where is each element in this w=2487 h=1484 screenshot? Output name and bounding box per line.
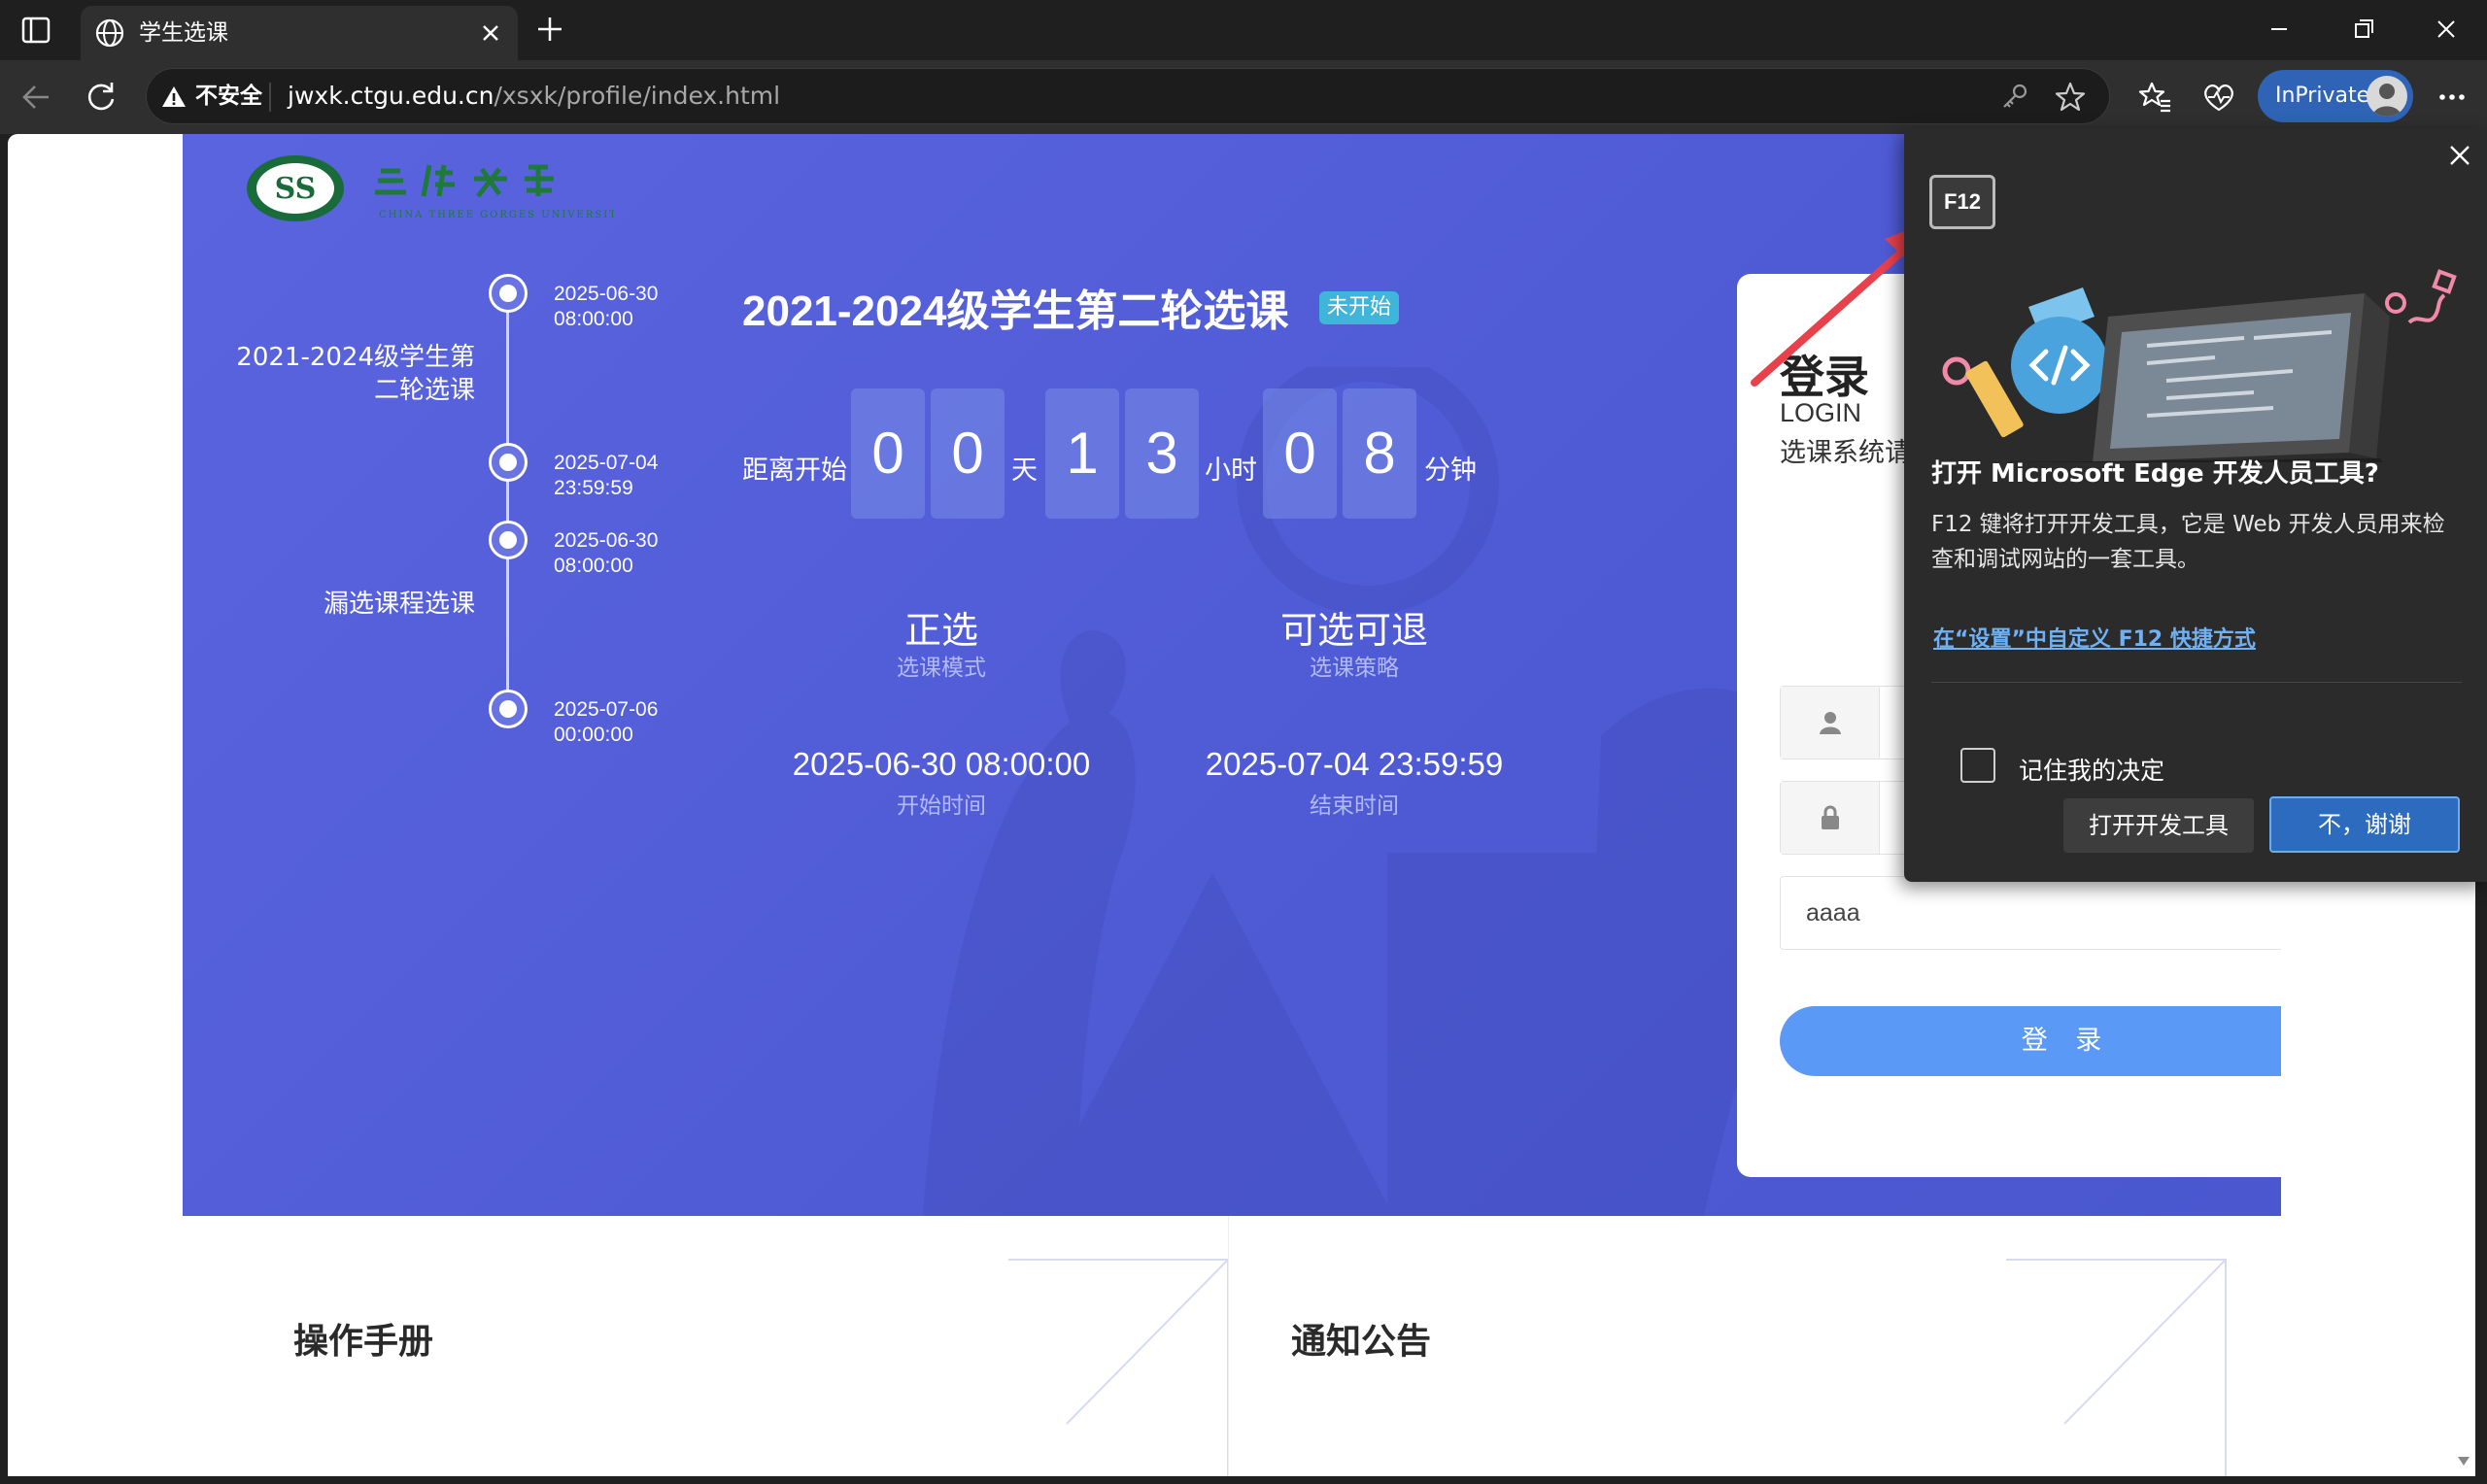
browser-tab[interactable]: 学生选课 [81, 6, 518, 60]
end-time-value: 2025-07-04 23:59:59 [1205, 746, 1504, 782]
notice-section: 通知公告 [1228, 1216, 2281, 1476]
university-logo: SS CHINA THREE GORGES UNIVERSITY [247, 155, 614, 221]
manual-title[interactable]: 操作手册 [293, 1313, 433, 1364]
manual-section: 操作手册 [183, 1216, 1229, 1476]
decorative-lines [2006, 1259, 2227, 1476]
favorite-star-icon[interactable] [2053, 80, 2088, 115]
address-bar[interactable]: 不安全 jwxk.ctgu.edu.cn/xsxk/profile/index.… [146, 68, 2110, 124]
more-options-icon[interactable] [2433, 78, 2471, 117]
divider [269, 83, 271, 112]
key-icon[interactable] [1998, 81, 2031, 114]
tab-actions-icon[interactable] [19, 14, 54, 47]
browser-titlebar: 学生选课 [0, 0, 2487, 60]
browser-toolbar: 不安全 jwxk.ctgu.edu.cn/xsxk/profile/index.… [0, 60, 2487, 134]
f12-key-icon: F12 [1929, 175, 1995, 229]
back-icon[interactable] [17, 78, 56, 117]
minimize-icon[interactable] [2250, 10, 2308, 49]
decorative-lines [1008, 1259, 1229, 1476]
restore-icon[interactable] [2334, 10, 2392, 49]
url-host: jwxk.ctgu.edu.cn [288, 82, 494, 110]
timeline-round-name[interactable]: 2021-2024级学生第 二轮选课 [236, 341, 475, 407]
countdown-digit: 0 [931, 388, 1005, 519]
timeline-dot [489, 274, 528, 313]
divider [1931, 682, 2462, 683]
remember-decision-checkbox[interactable] [1960, 748, 1995, 783]
countdown-digit: 3 [1125, 388, 1199, 519]
mode-label: 选课模式 [897, 656, 986, 681]
countdown-digit: 0 [1263, 388, 1337, 519]
close-tab-icon[interactable] [477, 19, 504, 47]
user-icon-addon [1781, 687, 1880, 759]
dialog-body: F12 键将打开开发工具，它是 Web 开发人员用来检查和调试网站的一套工具。 [1931, 512, 2445, 572]
status-badge: 未开始 [1319, 291, 1400, 324]
countdown-unit-day: 天 [1011, 455, 1038, 486]
lock-icon-addon [1781, 782, 1880, 854]
timeline-dot [489, 443, 528, 482]
timeline-time: 2025-06-30 08:00:00 [554, 529, 659, 577]
end-time-label: 结束时间 [1310, 793, 1399, 819]
inprivate-label: InPrivate [2275, 84, 2370, 108]
login-button[interactable]: 登 录 [1780, 1006, 2281, 1076]
svg-text:SS: SS [275, 172, 317, 206]
strategy-label: 选课策略 [1310, 656, 1399, 681]
browser-essentials-icon[interactable] [2199, 78, 2238, 117]
svg-text:CHINA THREE GORGES UNIVERSITY: CHINA THREE GORGES UNIVERSITY [379, 210, 614, 220]
devtools-illustration [1942, 269, 2457, 462]
lock-icon [1822, 805, 1839, 829]
url-text[interactable]: jwxk.ctgu.edu.cn/xsxk/profile/index.html [288, 69, 780, 123]
timeline-time: 2025-07-06 00:00:00 [554, 698, 659, 746]
avatar [2367, 76, 2407, 117]
new-tab-icon[interactable] [532, 12, 567, 47]
timeline-round-name[interactable]: 漏选课程选课 [324, 588, 475, 621]
devtools-prompt-dialog: F12 打开 Microsoft Edge 开发人员工具? F12 键将打开开发… [1904, 128, 2487, 882]
globe-icon [95, 18, 124, 48]
timeline-time: 2025-06-30 08:00:00 [554, 283, 659, 330]
timeline-dot [489, 690, 528, 728]
close-window-icon[interactable] [2417, 10, 2475, 49]
tab-title: 学生选课 [139, 20, 228, 46]
countdown-digit: 0 [851, 388, 925, 519]
scroll-down-icon[interactable] [2456, 1453, 2471, 1468]
countdown-digit: 8 [1343, 388, 1416, 519]
round-title: 2021-2024级学生第二轮选课 [742, 287, 1289, 335]
notice-title[interactable]: 通知公告 [1291, 1313, 1431, 1364]
remember-decision-label[interactable]: 记住我的决定 [2019, 752, 2164, 787]
url-path: /xsxk/profile/index.html [494, 82, 781, 110]
captcha-field[interactable]: aaaa [1780, 876, 2281, 950]
login-subtitle: LOGIN [1780, 398, 1862, 427]
countdown-unit-min: 分钟 [1424, 455, 1477, 486]
close-icon[interactable] [2442, 138, 2477, 173]
mode-value: 正选 [903, 609, 978, 652]
start-time-value: 2025-06-30 08:00:00 [792, 746, 1091, 782]
strategy-value: 可选可退 [1279, 609, 1428, 652]
countdown-unit-hour: 小时 [1205, 455, 1257, 486]
countdown-label: 距离开始 [742, 455, 847, 486]
customize-shortcut-link[interactable]: 在“设置”中自定义 F12 快捷方式 [1933, 622, 2256, 653]
insecure-label[interactable]: 不安全 [195, 69, 262, 123]
countdown-digit: 1 [1045, 388, 1119, 519]
favorites-icon[interactable] [2135, 78, 2174, 117]
open-devtools-button[interactable]: 打开开发工具 [2063, 798, 2254, 853]
user-icon [1820, 712, 1841, 734]
decline-button[interactable]: 不，谢谢 [2269, 796, 2460, 853]
dialog-title: 打开 Microsoft Edge 开发人员工具? [1931, 459, 2379, 489]
captcha-value: aaaa [1806, 899, 1860, 927]
refresh-icon[interactable] [82, 78, 120, 117]
start-time-label: 开始时间 [897, 793, 986, 819]
timeline-time: 2025-07-04 23:59:59 [554, 452, 659, 499]
warning-icon[interactable] [160, 84, 187, 111]
timeline-line [506, 293, 509, 709]
inprivate-badge[interactable]: InPrivate [2258, 70, 2413, 122]
timeline-dot [489, 521, 528, 559]
